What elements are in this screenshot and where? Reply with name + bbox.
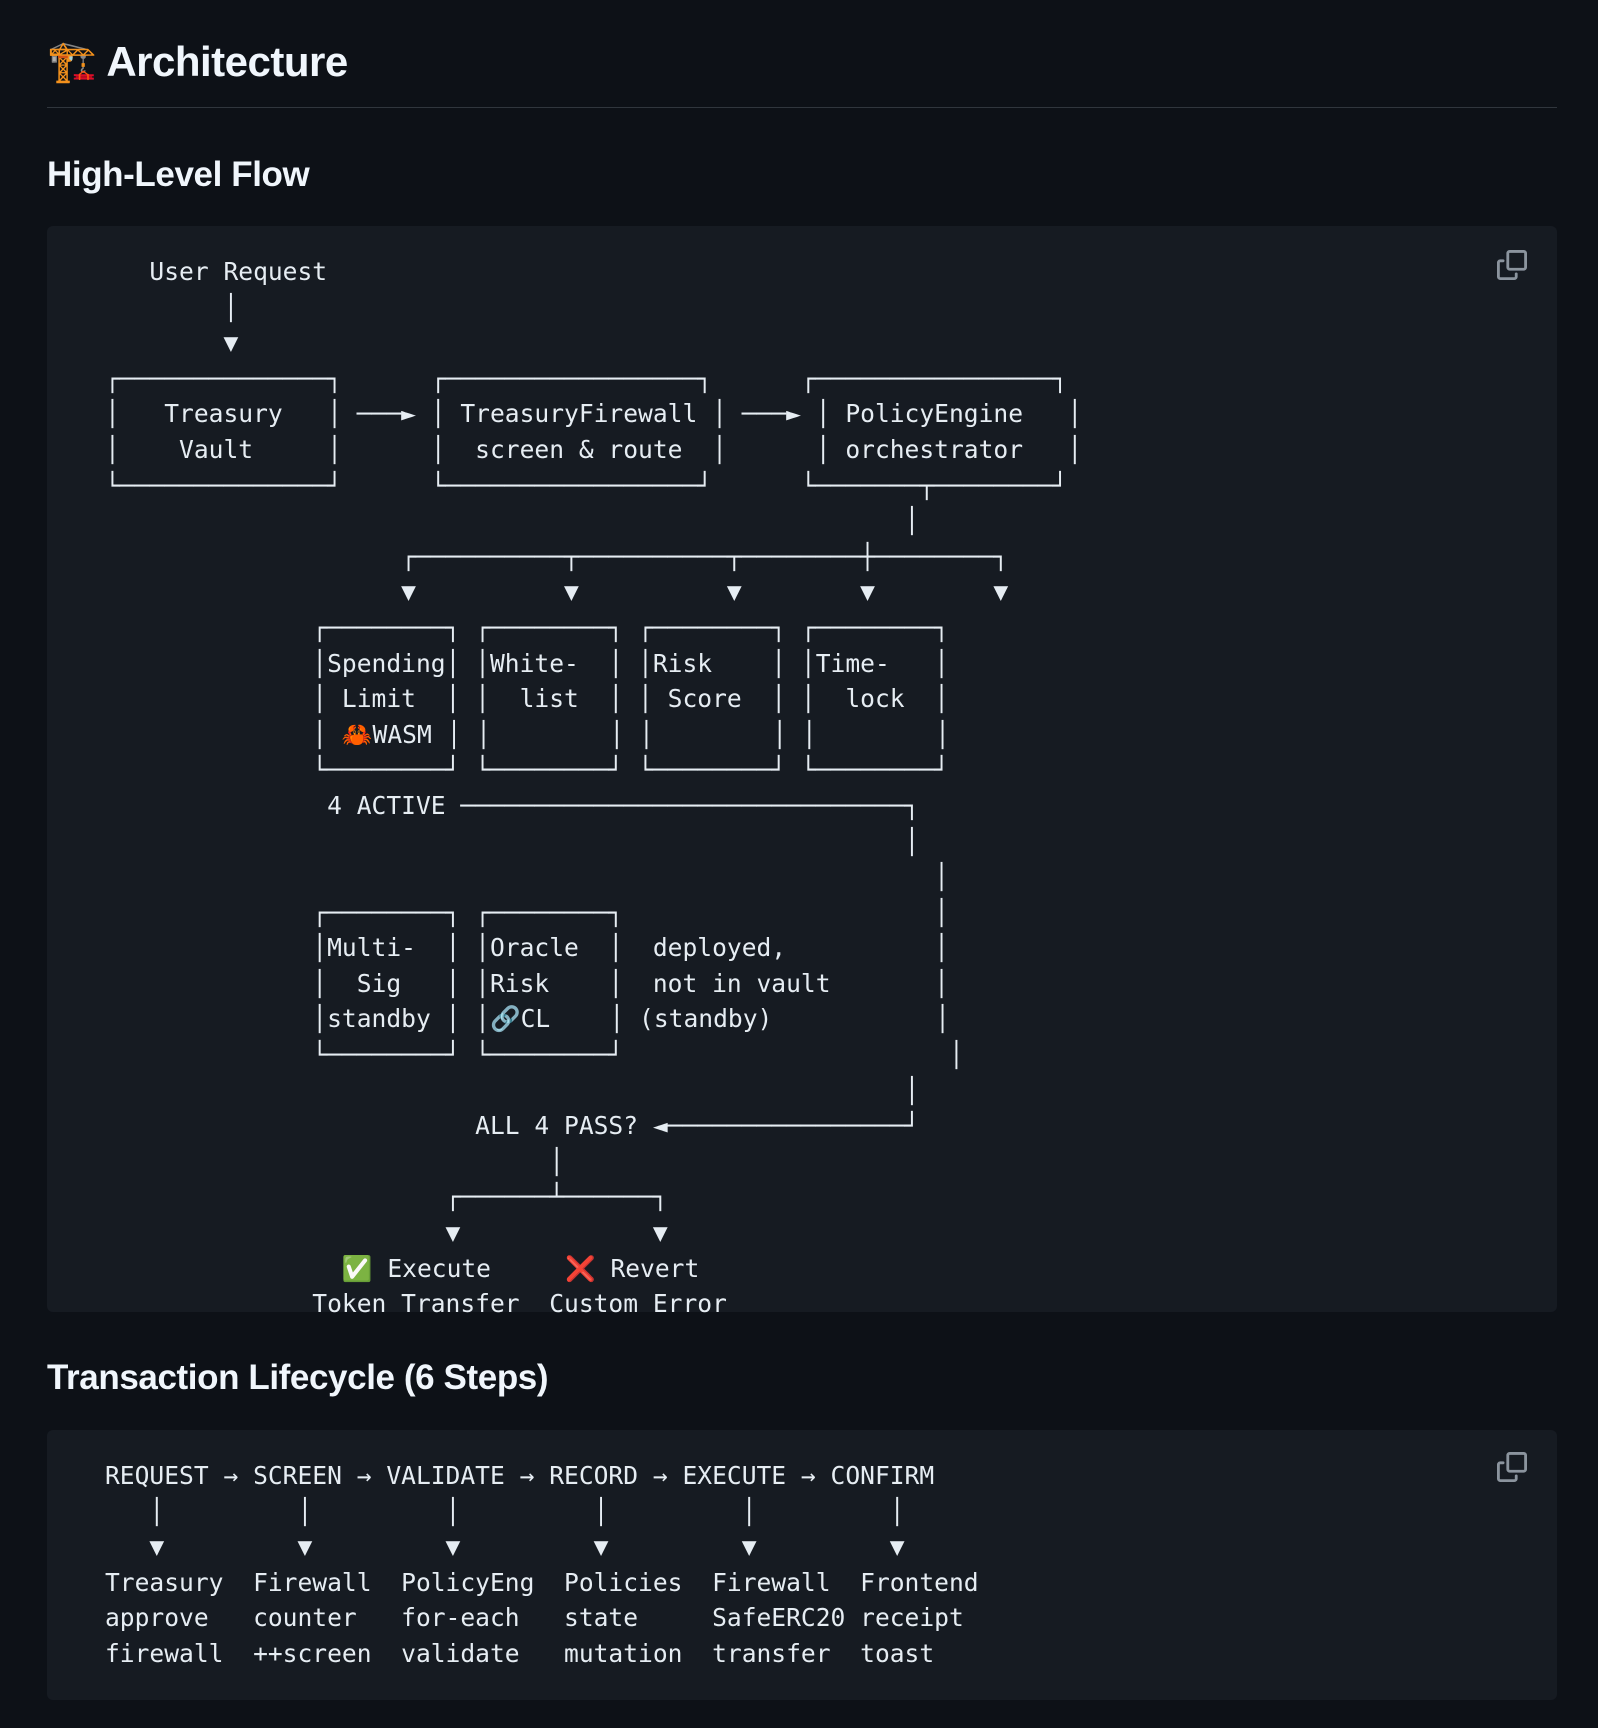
code-text-high-level-flow: User Request │ ▼ ┌──────────────┐ ┌─────… (105, 257, 1083, 1319)
title-divider (47, 107, 1557, 108)
code-block-transaction-lifecycle: REQUEST → SCREEN → VALIDATE → RECORD → E… (47, 1430, 1557, 1700)
page-title: 🏗️ Architecture (47, 38, 348, 86)
code-block-high-level-flow: User Request │ ▼ ┌──────────────┐ ┌─────… (47, 226, 1557, 1318)
code-text-transaction-lifecycle: REQUEST → SCREEN → VALIDATE → RECORD → E… (105, 1461, 979, 1668)
copy-icon (1497, 1452, 1527, 1482)
copy-button[interactable] (1497, 1452, 1531, 1486)
section-heading-high-level-flow: High-Level Flow (47, 155, 310, 194)
page-title-text: Architecture (106, 38, 348, 85)
copy-button[interactable] (1497, 250, 1531, 284)
construction-crane-icon: 🏗️ (47, 40, 97, 84)
section-heading-transaction-lifecycle: Transaction Lifecycle (6 Steps) (47, 1358, 549, 1397)
copy-icon (1497, 250, 1527, 280)
